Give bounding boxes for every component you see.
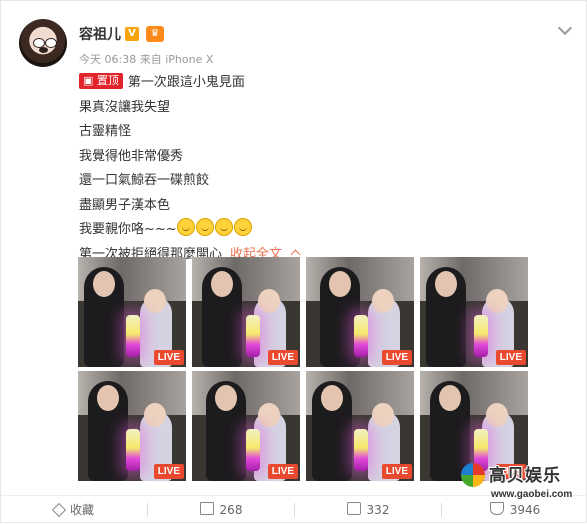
photo-face (439, 385, 461, 411)
avatar-nose (39, 47, 48, 53)
photo-child-face (372, 289, 394, 313)
live-badge: LIVE (153, 464, 184, 479)
text-line: 我覺得他非常優秀 (79, 148, 184, 164)
text-line: 我要親你咯~~~ (79, 218, 539, 243)
pin-badge: ▣ 置顶 (79, 73, 123, 89)
photo-face (93, 271, 115, 297)
post-meta: 今天 06:38 来自 iPhone X (79, 51, 213, 67)
live-photo[interactable]: LIVE (420, 257, 528, 367)
photo-face (329, 271, 351, 297)
pin-label: 置顶 (96, 74, 119, 87)
live-photo[interactable]: LIVE (78, 371, 186, 481)
watermark: 高贝娱乐 www.gaobei.com (461, 461, 583, 505)
photo-child-face (258, 403, 280, 427)
live-photo[interactable]: LIVE (192, 371, 300, 481)
photo-child-face (486, 403, 508, 427)
photo-lamp (126, 429, 140, 471)
photo-child-face (144, 289, 166, 313)
smile-emoji-icon (233, 218, 252, 236)
photo-lamp (126, 315, 140, 357)
repost-button[interactable]: 268 (148, 496, 294, 524)
post-source: iPhone X (165, 53, 214, 66)
post-text: ▣ 置顶 第一次跟這小鬼見面 果真沒讓我失望 古靈精怪 我覺得他非常優秀 還一口氣… (79, 71, 539, 267)
text-line-content: 我要親你咯~~~ (79, 222, 177, 237)
repost-icon (199, 502, 214, 515)
smile-emoji-icon (214, 218, 233, 236)
live-badge: LIVE (267, 350, 298, 365)
live-badge: LIVE (153, 350, 184, 365)
live-photo[interactable]: LIVE (192, 257, 300, 367)
brand-logo-icon (461, 463, 485, 487)
photo-lamp (354, 315, 368, 357)
text-line: 還一口氣鯨吞一碟煎餃 (79, 173, 210, 188)
photo-face (97, 385, 119, 411)
live-badge: LIVE (267, 464, 298, 479)
weibo-post: 容祖儿 V ♛ 今天 06:38 来自 iPhone X ▣ 置顶 第一次跟這小鬼… (0, 0, 587, 523)
verified-icon[interactable]: V (125, 27, 139, 41)
avatar[interactable] (19, 19, 67, 67)
photo-child-face (486, 289, 508, 313)
photo-lamp (246, 429, 260, 471)
watermark-url: www.gaobei.com (491, 489, 573, 500)
photo-lamp (474, 315, 488, 357)
comment-icon (346, 502, 361, 515)
watermark-brand: 高贝娱乐 (489, 466, 561, 486)
comment-button[interactable]: 332 (295, 496, 441, 524)
live-photo[interactable]: LIVE (306, 371, 414, 481)
text-line: ▣ 置顶 第一次跟這小鬼見面 (79, 71, 539, 96)
photo-face (435, 271, 457, 297)
photo-child-face (258, 289, 280, 313)
photo-face (211, 271, 233, 297)
live-badge: LIVE (381, 464, 412, 479)
photo-lamp (354, 429, 368, 471)
live-badge: LIVE (495, 350, 526, 365)
photo-lamp (246, 315, 260, 357)
author-name[interactable]: 容祖儿 (79, 24, 121, 44)
smile-emoji-icon (176, 218, 195, 236)
text-line: 盡顯男子漢本色 (79, 197, 171, 213)
avatar-eye (45, 38, 57, 48)
source-prefix: 来自 (139, 53, 162, 66)
live-badge: LIVE (381, 350, 412, 365)
smile-emoji-icon (195, 218, 214, 236)
text-line-content: 第一次跟這小鬼見面 (127, 75, 245, 90)
repost-count: 268 (219, 503, 243, 517)
text-line: 古靈精怪 (79, 124, 132, 139)
photo-child-face (372, 403, 394, 427)
member-crown-icon[interactable]: ♛ (146, 26, 164, 42)
favorite-button[interactable]: 收藏 (1, 496, 147, 524)
post-time[interactable]: 今天 06:38 (79, 53, 136, 66)
chevron-down-icon[interactable] (558, 21, 572, 35)
photo-face (321, 385, 343, 411)
text-line: 果真沒讓我失望 (79, 99, 171, 115)
favorite-label: 收藏 (69, 503, 94, 517)
live-photo[interactable]: LIVE (78, 257, 186, 367)
comment-count: 332 (366, 503, 390, 517)
photo-child-face (144, 403, 166, 427)
photo-face (215, 385, 237, 411)
live-photo[interactable]: LIVE (306, 257, 414, 367)
star-icon (51, 502, 67, 518)
like-count: 3946 (509, 503, 541, 517)
